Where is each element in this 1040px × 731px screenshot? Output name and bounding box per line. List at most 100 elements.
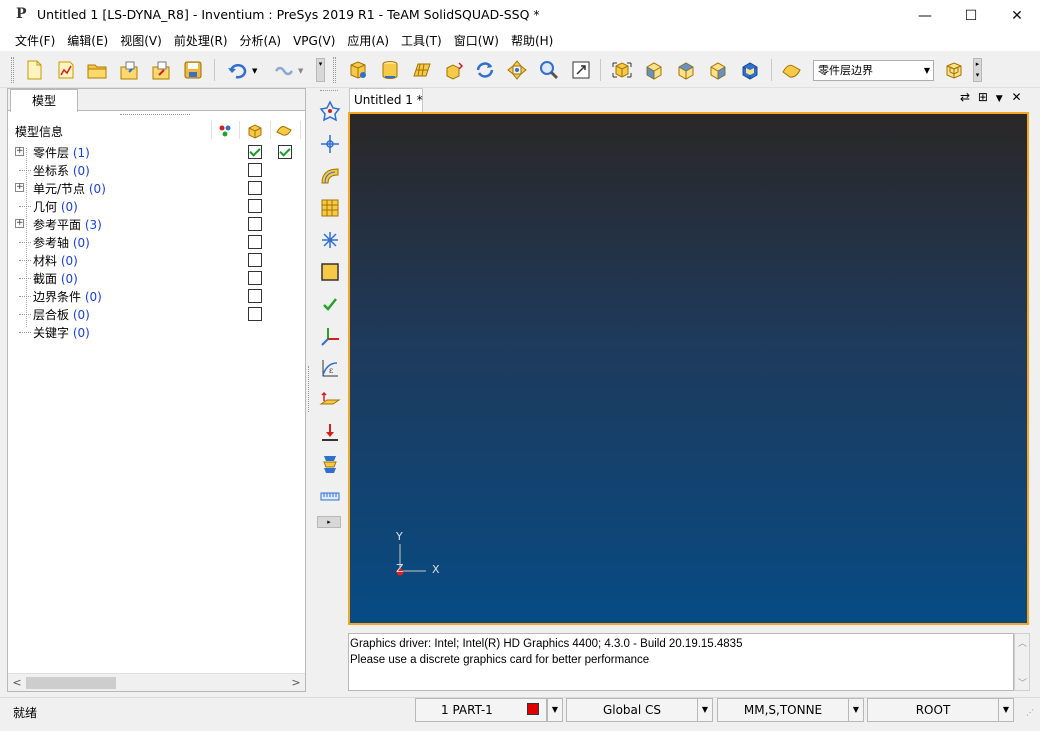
tree-item-reference-planes[interactable]: + 参考平面 (3) xyxy=(8,215,305,233)
expand-icon[interactable]: + xyxy=(15,183,24,192)
star-shape-icon[interactable] xyxy=(318,99,342,123)
close-document-icon[interactable]: ✕ xyxy=(1012,90,1022,104)
show-checkbox[interactable] xyxy=(248,145,262,159)
toolbar-grip[interactable] xyxy=(333,57,336,83)
level-selector[interactable]: ROOT xyxy=(867,698,999,722)
show-checkbox[interactable] xyxy=(248,163,262,177)
show-checkbox[interactable] xyxy=(248,217,262,231)
column-divider[interactable] xyxy=(239,121,240,139)
show-checkbox[interactable] xyxy=(248,235,262,249)
tree-item-laminates[interactable]: 层合板 (0) xyxy=(8,305,305,323)
column-divider[interactable] xyxy=(270,121,271,139)
coordinate-system-selector[interactable]: Global CS xyxy=(566,698,698,722)
units-dropdown-button[interactable]: ▼ xyxy=(848,698,864,722)
layer-boundary-select[interactable]: 零件层边界 ▼ xyxy=(813,60,934,81)
column-divider[interactable] xyxy=(300,121,301,139)
units-selector[interactable]: MM,S,TONNE xyxy=(717,698,849,722)
menu-help[interactable]: 帮助(H) xyxy=(505,31,559,51)
section-plate-icon[interactable] xyxy=(318,388,342,412)
resize-grip-icon[interactable]: ⋰ xyxy=(1026,708,1034,717)
scroll-down-icon[interactable]: ﹀ xyxy=(1018,676,1027,689)
horizontal-scrollbar[interactable]: < > xyxy=(8,673,305,691)
move-icon[interactable] xyxy=(441,58,467,82)
redo-icon[interactable] xyxy=(270,58,296,82)
minimize-button[interactable]: — xyxy=(902,0,948,31)
scroll-left-icon[interactable]: < xyxy=(9,675,25,691)
tab-document[interactable]: Untitled 1 * xyxy=(349,88,423,112)
view-iso-icon[interactable] xyxy=(609,58,635,82)
toolbar-overflow-button[interactable]: ▾ xyxy=(316,58,325,82)
layer-checkbox[interactable] xyxy=(278,145,292,159)
cs-dropdown-button[interactable]: ▼ xyxy=(697,698,713,722)
redo-dropdown-icon[interactable]: ▼ xyxy=(298,67,303,75)
show-checkbox[interactable] xyxy=(248,271,262,285)
graphics-viewport[interactable] xyxy=(348,112,1029,625)
show-checkbox[interactable] xyxy=(248,289,262,303)
save-icon[interactable] xyxy=(180,58,206,82)
surface-icon[interactable] xyxy=(318,164,342,188)
coordinate-axes-icon[interactable] xyxy=(318,324,342,348)
menu-file[interactable]: 文件(F) xyxy=(9,31,61,51)
tree-item-boundary-conditions[interactable]: 边界条件 (0) xyxy=(8,287,305,305)
rotate-icon[interactable] xyxy=(472,58,498,82)
menu-apply[interactable]: 应用(A) xyxy=(341,31,395,51)
scroll-right-icon[interactable]: > xyxy=(288,675,304,691)
cylinder-icon[interactable] xyxy=(377,58,403,82)
keyword-ruler-icon[interactable] xyxy=(318,484,342,508)
tab-model[interactable]: 模型 xyxy=(10,89,78,112)
open-folder-icon[interactable] xyxy=(84,58,110,82)
dropdown-icon[interactable]: ▼ xyxy=(996,94,1003,104)
fit-icon[interactable] xyxy=(568,58,594,82)
menu-edit[interactable]: 编辑(E) xyxy=(61,31,114,51)
tree-item-reference-axes[interactable]: 参考轴 (0) xyxy=(8,233,305,251)
load-arrow-icon[interactable] xyxy=(318,420,342,444)
part-dropdown-button[interactable]: ▼ xyxy=(547,698,563,722)
check-icon[interactable] xyxy=(318,292,342,316)
show-checkbox[interactable] xyxy=(248,253,262,267)
float-icon[interactable]: ⇄ xyxy=(960,90,970,104)
import-icon[interactable] xyxy=(116,58,142,82)
node-icon[interactable] xyxy=(318,132,342,156)
menu-tools[interactable]: 工具(T) xyxy=(395,31,448,51)
expand-icon[interactable]: + xyxy=(15,219,24,228)
tree-item-sections[interactable]: 截面 (0) xyxy=(8,269,305,287)
undo-dropdown-icon[interactable]: ▼ xyxy=(252,67,257,75)
toolbar-grip[interactable] xyxy=(320,90,338,91)
export-icon[interactable] xyxy=(148,58,174,82)
scrollbar-thumb[interactable] xyxy=(26,677,116,689)
view-front-icon[interactable] xyxy=(641,58,667,82)
show-column-icon[interactable] xyxy=(247,123,263,139)
new-file-icon[interactable] xyxy=(21,58,47,82)
toolbar-grip[interactable] xyxy=(11,57,14,83)
part-icon[interactable] xyxy=(345,58,371,82)
layer-box-icon[interactable] xyxy=(941,58,967,82)
undo-icon[interactable] xyxy=(224,58,250,82)
layer-icon[interactable] xyxy=(779,58,805,82)
tree-item-keywords[interactable]: 关键字 (0) xyxy=(8,323,305,341)
tree-item-elements-nodes[interactable]: + 单元/节点 (0) xyxy=(8,179,305,197)
level-dropdown-button[interactable]: ▼ xyxy=(998,698,1014,722)
mesh-icon[interactable] xyxy=(409,58,435,82)
open-chart-icon[interactable] xyxy=(53,58,79,82)
column-divider[interactable] xyxy=(211,121,212,139)
tree-item-parts[interactable]: + 零件层 (1) xyxy=(8,143,305,161)
show-checkbox[interactable] xyxy=(248,181,262,195)
tree-item-geometry[interactable]: 几何 (0) xyxy=(8,197,305,215)
spark-icon[interactable] xyxy=(318,228,342,252)
color-column-icon[interactable] xyxy=(217,123,233,139)
panel-splitter-grip[interactable] xyxy=(120,114,190,115)
grid-layout-icon[interactable]: ⊞ xyxy=(978,90,988,104)
grid-mesh-icon[interactable] xyxy=(318,196,342,220)
solid-block-icon[interactable] xyxy=(318,260,342,284)
maximize-button[interactable]: ☐ xyxy=(948,0,994,31)
view-side-icon[interactable] xyxy=(705,58,731,82)
part-color-swatch[interactable] xyxy=(527,703,539,715)
side-toolbar-overflow-button[interactable]: ▸ xyxy=(317,516,341,528)
menu-window[interactable]: 窗口(W) xyxy=(448,31,505,51)
view-back-icon[interactable] xyxy=(737,58,763,82)
tree-item-coordinate-systems[interactable]: 坐标系 (0) xyxy=(8,161,305,179)
message-console[interactable]: Graphics driver: Intel; Intel(R) HD Grap… xyxy=(348,633,1014,691)
scroll-up-icon[interactable]: ︿ xyxy=(1018,636,1027,649)
expand-icon[interactable]: + xyxy=(15,147,24,156)
menu-vpg[interactable]: VPG(V) xyxy=(287,31,341,51)
